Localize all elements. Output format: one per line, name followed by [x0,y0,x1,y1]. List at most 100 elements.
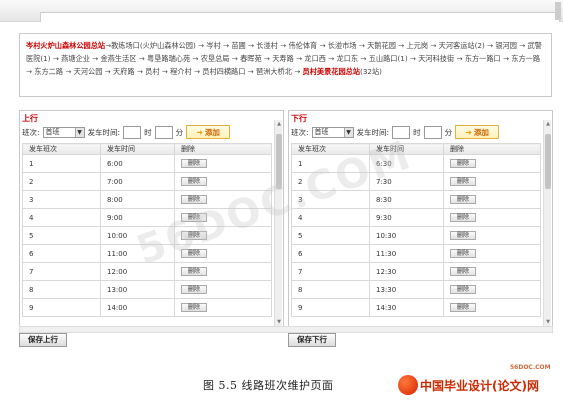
hour-label: 时 [413,127,421,137]
table-row: 2 7:00 删除 [22,172,272,191]
delete-button[interactable]: 删除 [181,249,207,258]
add-button-label: 添加 [473,127,489,137]
shift-no-cell: 4 [291,208,370,227]
footer-brand: 中国毕业设计(论文)网 [420,378,539,393]
delete-cell: 删除 [443,226,541,245]
shift-select-value: 首班 [314,127,329,136]
add-button[interactable]: ➜ 添加 [455,125,500,139]
table-row: 1 6:00 删除 [22,154,272,173]
delete-button[interactable]: 删除 [450,195,476,204]
delete-cell: 删除 [174,298,272,317]
add-arrow-icon: ➜ [196,127,203,137]
footer-logo: 中国毕业设计(论文)网 [398,373,560,397]
delete-button[interactable]: 删除 [450,159,476,168]
delete-button[interactable]: 删除 [450,177,476,186]
shift-no-cell: 7 [291,262,370,281]
table-row: 7 12:30 删除 [291,262,541,281]
window-scrollbar-top[interactable] [555,2,561,20]
column-header-delete: 删除 [443,143,541,155]
delete-button[interactable]: 删除 [450,285,476,294]
time-cell: 7:30 [369,172,444,191]
column-header-shift-no: 发车班次 [291,143,370,155]
delete-cell: 删除 [174,226,272,245]
delete-button[interactable]: 删除 [450,267,476,276]
delete-cell: 删除 [174,172,272,191]
scrollbar-thumb[interactable] [545,134,551,189]
delete-button[interactable]: 删除 [181,213,207,222]
delete-button[interactable]: 删除 [181,159,207,168]
minute-input[interactable] [423,125,442,139]
delete-cell: 删除 [443,208,541,227]
route-end-station: 员村美景花园总站 [302,67,361,76]
horizontal-scrollbar[interactable] [19,326,553,333]
delete-cell: 删除 [174,280,272,299]
delete-button[interactable]: 删除 [450,231,476,240]
delete-button[interactable]: 删除 [181,177,207,186]
minute-label: 分 [444,127,453,137]
delete-button[interactable]: 删除 [450,249,476,258]
shift-no-cell: 3 [291,190,370,209]
shift-no-cell: 9 [22,298,101,317]
scroll-down-icon[interactable]: ▼ [275,318,283,326]
route-start-station: 岑村火炉山森林公园总站 [26,41,106,50]
scroll-up-icon[interactable]: ▲ [544,120,552,128]
scroll-up-icon[interactable]: ▲ [275,120,283,128]
hour-input[interactable] [392,125,411,139]
delete-button[interactable]: 删除 [181,195,207,204]
time-cell: 7:00 [100,172,175,191]
column-header-departure-time: 发车时间 [100,143,175,155]
delete-button[interactable]: 删除 [181,231,207,240]
time-cell: 12:00 [100,262,175,281]
shift-no-cell: 8 [291,280,370,299]
route-station-count: (32站) [360,67,382,76]
shift-no-cell: 6 [22,244,101,263]
shift-no-cell: 3 [22,190,101,209]
time-cell: 9:00 [100,208,175,227]
delete-cell: 删除 [174,190,272,209]
scroll-down-icon[interactable]: ▼ [544,318,552,326]
shift-no-cell: 9 [291,298,370,317]
minute-input[interactable] [154,125,173,139]
table-header-row: 发车班次 发车时间 删除 [291,143,541,155]
save-upward-button[interactable]: 保存上行 [19,333,67,347]
time-cell: 8:30 [369,190,444,209]
delete-button[interactable]: 删除 [450,213,476,222]
table-row: 5 10:30 删除 [291,226,541,245]
shift-no-cell: 7 [22,262,101,281]
table-row: 5 10:00 删除 [22,226,272,245]
browser-toolbar [0,0,563,22]
shift-no-cell: 5 [22,226,101,245]
table-scrollbar[interactable]: ▲ ▼ [543,120,551,326]
table-row: 4 9:00 删除 [22,208,272,227]
table-row: 9 14:00 删除 [22,298,272,317]
table-header-row: 发车班次 发车时间 删除 [22,143,272,155]
time-cell: 11:00 [100,244,175,263]
chevron-down-icon[interactable]: ▼ [74,127,84,137]
delete-cell: 删除 [174,262,272,281]
delete-cell: 删除 [443,190,541,209]
column-header-shift-no: 发车班次 [22,143,101,155]
shift-select[interactable]: 首班 ▼ [42,126,85,138]
time-cell: 6:30 [369,154,444,173]
delete-cell: 删除 [443,298,541,317]
delete-button[interactable]: 删除 [181,267,207,276]
save-downward-button[interactable]: 保存下行 [288,333,336,347]
time-cell: 10:30 [369,226,444,245]
table-row: 9 14:30 删除 [291,298,541,317]
delete-button[interactable]: 删除 [181,303,207,312]
table-row: 8 13:30 删除 [291,280,541,299]
shift-select[interactable]: 首班 ▼ [311,126,354,138]
hour-input[interactable] [123,125,142,139]
delete-button[interactable]: 删除 [181,285,207,294]
add-button[interactable]: ➜ 添加 [186,125,231,139]
delete-button[interactable]: 删除 [450,303,476,312]
scrollbar-thumb[interactable] [276,134,282,189]
add-arrow-icon: ➜ [465,127,472,137]
panel-title: 下行 [291,114,307,123]
delete-cell: 删除 [443,154,541,173]
chevron-down-icon[interactable]: ▼ [343,127,353,137]
time-cell: 9:30 [369,208,444,227]
add-button-label: 添加 [204,127,220,137]
table-scrollbar[interactable]: ▲ ▼ [274,120,282,326]
shift-label: 班次: [291,127,309,137]
